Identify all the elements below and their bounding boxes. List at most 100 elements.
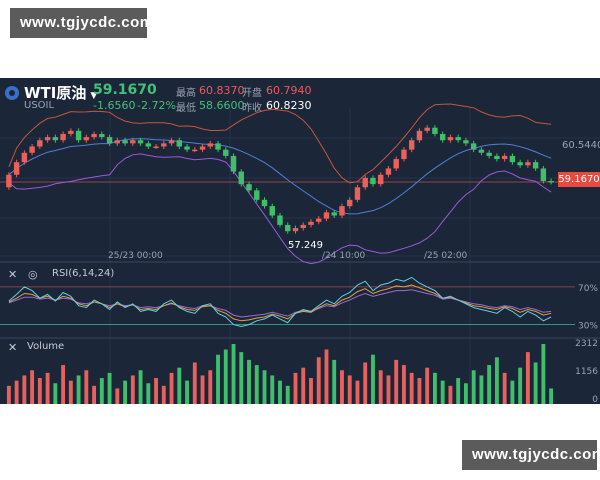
candle-body [13, 162, 20, 175]
volume-bar [138, 370, 143, 404]
volume-bar [378, 370, 383, 404]
candle-body [447, 137, 454, 141]
volume-bar [301, 367, 306, 404]
candle-body [424, 127, 430, 131]
candle-body [347, 199, 353, 207]
candle-body [52, 137, 59, 141]
candle-body [540, 168, 547, 181]
volume-bar [417, 378, 422, 404]
volume-bar [84, 370, 89, 404]
candle-body [509, 155, 516, 163]
volume-bar [432, 372, 437, 404]
volume-bar [30, 370, 35, 404]
candle-body [68, 130, 74, 134]
volume-bar [285, 385, 290, 404]
high-value: 60.8370 [199, 84, 245, 97]
candle-body [362, 177, 368, 188]
candle-body [517, 162, 523, 166]
candle-body [130, 140, 136, 144]
candle-body [486, 152, 492, 156]
min-price-marker: 57.249 [288, 240, 323, 251]
candle-body [292, 228, 299, 232]
volume-bar [510, 380, 515, 404]
prev-close-label: 昨收 [242, 103, 262, 114]
volume-bar [549, 388, 554, 404]
sub-symbol: USOIL [24, 100, 55, 111]
candle-body [161, 143, 167, 147]
candle-body [532, 162, 539, 169]
volume-bar [92, 385, 97, 404]
volume-bar [471, 370, 476, 404]
candle-body [401, 149, 407, 160]
volume-bar [254, 365, 259, 404]
candle-body [223, 149, 229, 156]
volume-bar [185, 380, 189, 404]
candle-body [114, 140, 121, 144]
candle-body [470, 143, 477, 150]
volume-bar [161, 385, 166, 404]
volume-bar [107, 372, 112, 404]
volume-bar [316, 357, 321, 404]
candle-body [145, 143, 152, 147]
volume-bar [231, 344, 236, 404]
volume-bar [363, 362, 368, 404]
volume-bar [76, 375, 81, 404]
candle-body [238, 171, 244, 185]
volume-bar [448, 385, 453, 404]
volume-bar [355, 380, 360, 404]
candle-body [37, 140, 43, 147]
volume-bar [402, 365, 406, 404]
candle-body [316, 218, 322, 222]
candle-body [44, 137, 51, 141]
candle-body [254, 190, 260, 200]
candle-body [385, 168, 392, 175]
volume-bar [99, 378, 104, 404]
volume-level-max: 2312 [575, 339, 598, 349]
candle-body [478, 149, 485, 153]
volume-bar [494, 357, 499, 404]
volume-bar [440, 380, 445, 404]
volume-bar [386, 375, 391, 404]
candle-body [300, 224, 306, 229]
volume-bar [425, 367, 430, 404]
volume-bar [487, 365, 492, 404]
candle-body [21, 152, 28, 163]
volume-bar [479, 375, 484, 404]
candle-body [153, 146, 159, 148]
volume-bar [37, 378, 42, 404]
volume-bar [123, 380, 128, 404]
time-label-2: /24 10:00 [322, 251, 366, 261]
volume-bar [262, 370, 267, 404]
volume-bar [53, 383, 58, 404]
volume-bar [146, 383, 151, 404]
volume-bar [115, 388, 120, 404]
candle-body [439, 133, 446, 141]
volume-bar [247, 359, 251, 404]
rsi-title: RSI(6,14,24) [52, 268, 114, 279]
candle-body [370, 177, 376, 185]
candle-body [548, 181, 554, 183]
volume-bar [347, 375, 352, 404]
candle-body [168, 140, 175, 144]
candle-body [122, 140, 128, 144]
candle-body [339, 206, 345, 216]
volume-bar [169, 372, 174, 404]
candle-body [199, 146, 206, 150]
candle-body [184, 146, 190, 150]
volume-bar [324, 349, 329, 404]
candle-body [176, 140, 183, 147]
candle-body [192, 149, 198, 152]
last-price: 59.1670 [93, 82, 157, 98]
volume-bar [525, 352, 530, 404]
volume-bar [61, 365, 66, 404]
volume-bar [541, 344, 546, 404]
open-label: 开盘 [242, 88, 262, 99]
volume-bar [223, 349, 228, 404]
volume-bar [216, 354, 220, 404]
candle-body [432, 127, 438, 134]
volume-bar [371, 354, 375, 404]
volume-bar [22, 375, 27, 404]
low-value: 58.6600 [199, 99, 245, 112]
volume-bar [340, 370, 344, 404]
volume-bar [293, 372, 298, 404]
